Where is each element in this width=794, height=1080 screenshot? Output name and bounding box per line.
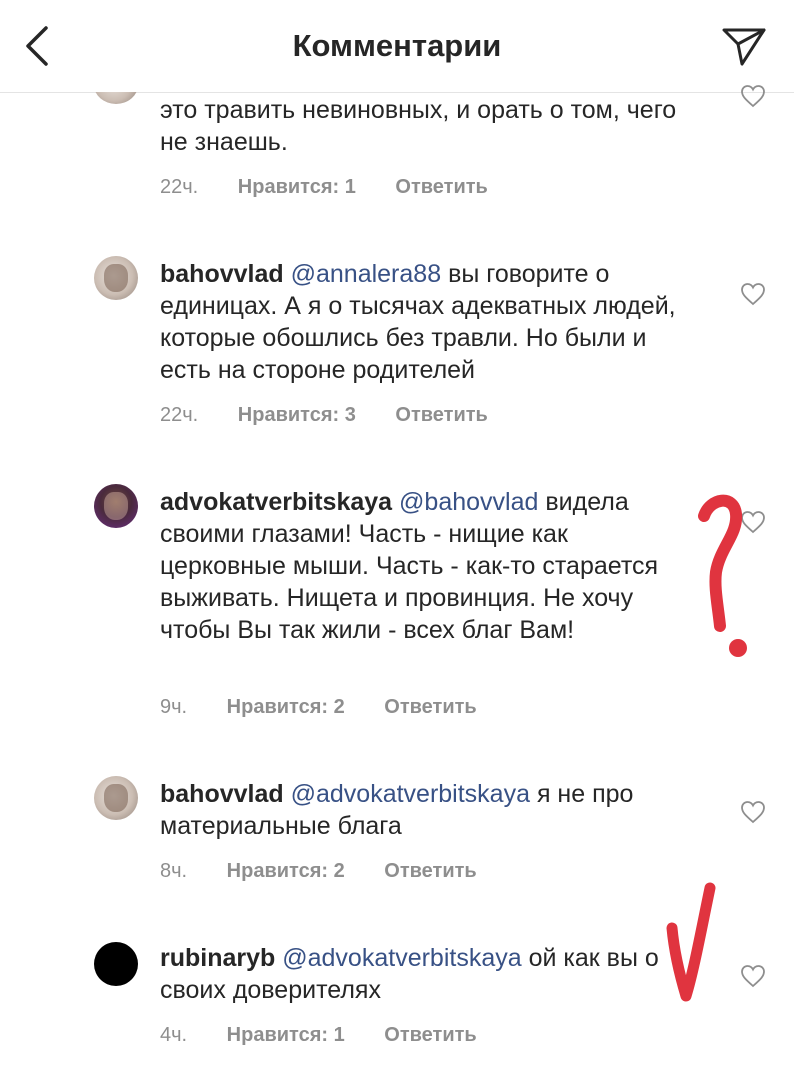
comment-time: 22ч.: [160, 176, 199, 198]
likes-count[interactable]: Нравится: 1: [238, 176, 356, 198]
comment-meta: 4ч. Нравится: 1 Ответить: [160, 1024, 511, 1047]
comment-body: это травить невиновных, и орать о том, ч…: [160, 96, 677, 156]
comment-mention[interactable]: @bahovvlad: [399, 488, 538, 516]
heart-icon[interactable]: [740, 84, 766, 108]
reply-button[interactable]: Ответить: [384, 860, 476, 882]
comment-username[interactable]: advokatverbitskaya: [160, 488, 392, 516]
likes-count[interactable]: Нравится: 2: [227, 860, 345, 882]
comment-mention[interactable]: @advokatverbitskaya: [291, 780, 530, 808]
page-title: Комментарии: [292, 28, 502, 63]
paper-plane-icon: [722, 28, 766, 66]
comment-text: bahovvlad @annalera88 вы говорите о един…: [160, 258, 695, 386]
comment-meta: 22ч. Нравится: 3 Ответить: [160, 404, 522, 427]
header-bar: Комментарии: [0, 0, 794, 93]
comment-text: advokatverbitskaya @bahovvlad видела сво…: [160, 486, 695, 646]
likes-count[interactable]: Нравится: 1: [227, 1024, 345, 1046]
comment-username[interactable]: rubinaryb: [160, 944, 275, 972]
comment-text: rubinaryb @advokatverbitskaya ой как вы …: [160, 942, 695, 1006]
avatar[interactable]: [94, 942, 138, 986]
comment-meta: 22ч. Нравится: 1 Ответить: [160, 176, 522, 199]
comment-mention[interactable]: @advokatverbitskaya: [282, 944, 521, 972]
comment-time: 22ч.: [160, 404, 199, 426]
reply-button[interactable]: Ответить: [384, 696, 476, 718]
share-button[interactable]: [720, 24, 768, 68]
likes-count[interactable]: Нравится: 3: [238, 404, 356, 426]
heart-icon[interactable]: [740, 282, 766, 306]
comment-text: это травить невиновных, и орать о том, ч…: [160, 94, 695, 158]
reply-button[interactable]: Ответить: [395, 404, 487, 426]
heart-icon[interactable]: [740, 800, 766, 824]
comment-time: 4ч.: [160, 1024, 188, 1046]
heart-icon[interactable]: [740, 510, 766, 534]
avatar[interactable]: [94, 776, 138, 820]
comment-time: 8ч.: [160, 860, 188, 882]
comment-time: 9ч.: [160, 696, 188, 718]
comment-meta: 8ч. Нравится: 2 Ответить: [160, 860, 511, 883]
comment-text: bahovvlad @advokatverbitskaya я не про м…: [160, 778, 695, 842]
comment-meta: 9ч. Нравится: 2 Ответить: [160, 696, 511, 719]
avatar[interactable]: [94, 256, 138, 300]
comment-username[interactable]: bahovvlad: [160, 780, 284, 808]
heart-icon[interactable]: [740, 964, 766, 988]
comment-username[interactable]: bahovvlad: [160, 260, 284, 288]
avatar[interactable]: [94, 484, 138, 528]
likes-count[interactable]: Нравится: 2: [227, 696, 345, 718]
reply-button[interactable]: Ответить: [395, 176, 487, 198]
comment-mention[interactable]: @annalera88: [291, 260, 442, 288]
reply-button[interactable]: Ответить: [384, 1024, 476, 1046]
